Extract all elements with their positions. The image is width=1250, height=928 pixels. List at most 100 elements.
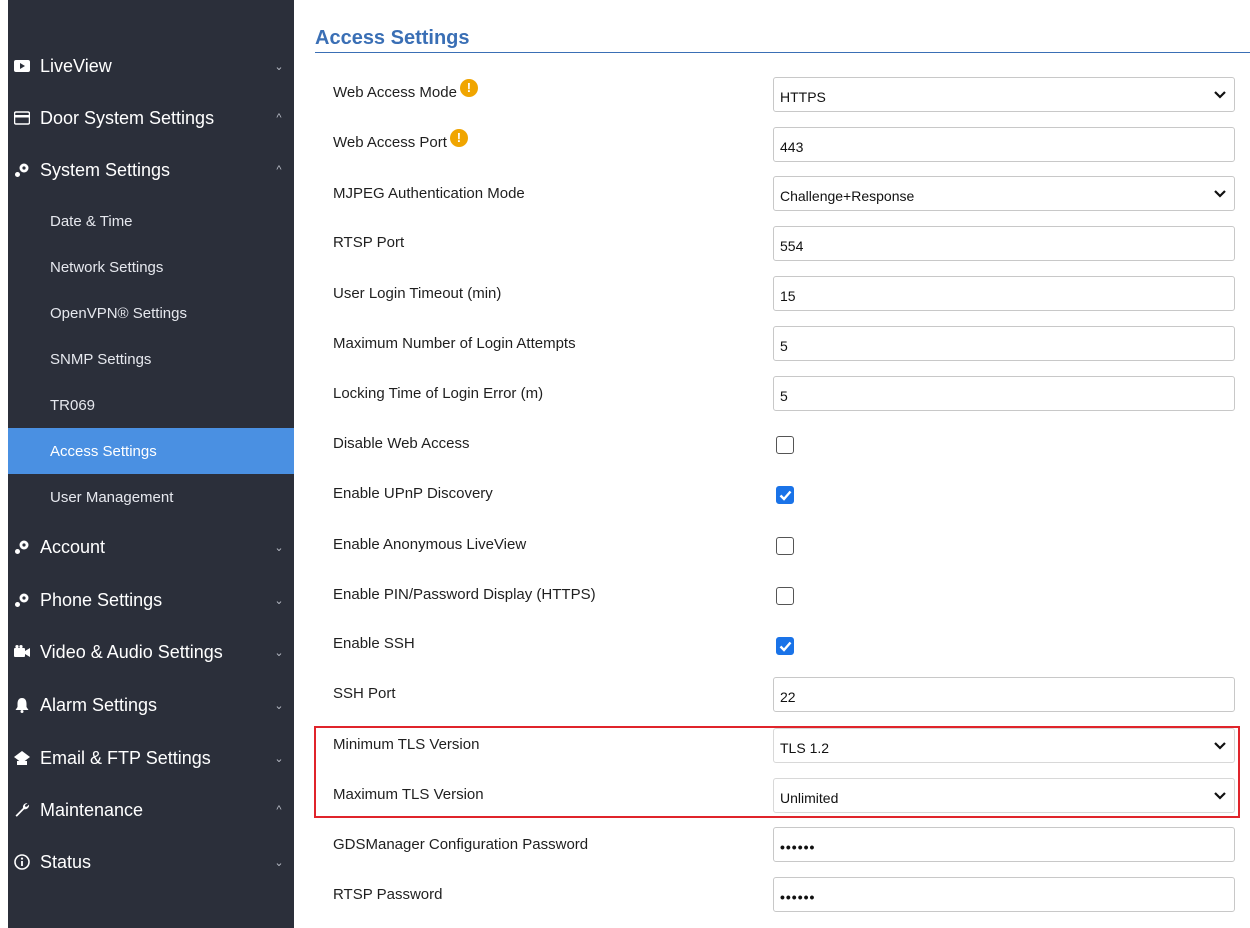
wrench-icon [10, 802, 34, 818]
email-icon [10, 751, 34, 765]
anonymous-liveview-checkbox[interactable] [776, 537, 794, 555]
nav-label: Status [40, 851, 92, 872]
sidebar-item-network-settings[interactable]: Network Settings [8, 246, 294, 288]
upnp-discovery-checkbox[interactable] [776, 486, 794, 504]
row-label-disable-web-access: Disable Web Access [333, 435, 470, 452]
chevron-down-icon [1212, 186, 1228, 202]
enable-ssh-checkbox[interactable] [776, 637, 794, 655]
settings-icon [10, 539, 34, 555]
gdsmanager-password-input[interactable]: •••••• [773, 827, 1235, 862]
settings-icon [10, 592, 34, 608]
nav-item-video-audio-settings[interactable]: Video & Audio Settings ⌄ [8, 632, 294, 672]
sidebar-item-access-settings[interactable]: Access Settings [8, 428, 294, 474]
login-timeout-input[interactable] [773, 276, 1235, 311]
row-label-mjpeg-auth-mode: MJPEG Authentication Mode [333, 185, 525, 202]
nav-label: SNMP Settings [50, 350, 152, 368]
rtsp-password-input[interactable]: •••••• [773, 877, 1235, 912]
settings-icon [10, 162, 34, 178]
disable-web-access-checkbox[interactable] [776, 436, 794, 454]
label-text: Web Access Mode [333, 84, 457, 101]
locking-time-input[interactable] [773, 376, 1235, 411]
title-divider [315, 52, 1250, 53]
select-value: Challenge+Response [780, 187, 915, 204]
nav-item-account[interactable]: Account ⌄ [8, 527, 294, 567]
password-value: •••••• [780, 888, 816, 905]
video-audio-icon [10, 645, 34, 659]
max-login-attempts-input[interactable] [773, 326, 1235, 361]
row-label-pin-password-display: Enable PIN/Password Display (HTTPS) [333, 586, 596, 603]
chevron-down-icon [1212, 738, 1228, 754]
sidebar-item-openvpn-settings[interactable]: OpenVPN® Settings [8, 292, 294, 334]
nav-label: Door System Settings [40, 107, 215, 128]
nav-label: TR069 [50, 396, 96, 414]
nav-label: Alarm Settings [40, 694, 158, 715]
bell-icon [10, 697, 34, 713]
nav-label: Date & Time [50, 212, 133, 230]
info-icon [10, 854, 34, 870]
row-label-rtsp-port: RTSP Port [333, 234, 405, 251]
chevron-down-icon [1212, 87, 1228, 103]
max-tls-select[interactable]: Unlimited [773, 778, 1235, 813]
select-value: HTTPS [780, 88, 826, 105]
row-label-max-tls: Maximum TLS Version [333, 786, 484, 803]
label-text: Web Access Port [333, 134, 447, 151]
pin-password-display-checkbox[interactable] [776, 587, 794, 605]
nav-label: Maintenance [40, 799, 144, 820]
row-label-upnp-discovery: Enable UPnP Discovery [333, 485, 493, 502]
chevron-down-icon: ⌄ [274, 646, 284, 659]
nav-label: System Settings [40, 159, 171, 180]
nav-label: Video & Audio Settings [40, 641, 223, 662]
row-label-rtsp-password: RTSP Password [333, 886, 443, 903]
min-tls-select[interactable]: TLS 1.2 [773, 728, 1235, 763]
nav-label: Network Settings [50, 258, 164, 276]
checkmark-icon [779, 490, 791, 501]
nav-label: LiveView [40, 55, 112, 76]
sidebar-item-snmp-settings[interactable]: SNMP Settings [8, 338, 294, 380]
sidebar-item-tr069[interactable]: TR069 [8, 384, 294, 426]
row-label-enable-ssh: Enable SSH [333, 635, 415, 652]
sidebar-item-user-management[interactable]: User Management [8, 476, 294, 518]
nav-label: Phone Settings [40, 589, 163, 610]
checkmark-icon [779, 641, 791, 652]
sidebar: LiveView ⌄ Door System Settings ^ System… [8, 0, 294, 928]
row-label-login-timeout: User Login Timeout (min) [333, 285, 502, 302]
password-value: •••••• [780, 838, 816, 855]
chevron-down-icon: ⌄ [274, 60, 284, 73]
chevron-down-icon: ⌄ [274, 699, 284, 712]
chevron-down-icon: ⌄ [274, 594, 284, 607]
ssh-port-input[interactable] [773, 677, 1235, 712]
warning-icon[interactable]: ! [449, 128, 468, 147]
page-title: Access Settings [315, 27, 470, 49]
row-label-max-login-attempts: Maximum Number of Login Attempts [333, 335, 576, 352]
row-label-locking-time: Locking Time of Login Error (m) [333, 385, 544, 402]
web-access-port-input[interactable] [773, 127, 1235, 162]
nav-item-liveview[interactable]: LiveView ⌄ [8, 46, 294, 86]
chevron-down-icon: ⌄ [274, 541, 284, 554]
nav-item-phone-settings[interactable]: Phone Settings ⌄ [8, 580, 294, 620]
video-icon [10, 59, 34, 73]
select-value: TLS 1.2 [780, 739, 830, 756]
chevron-down-icon [1212, 788, 1228, 804]
nav-label: User Management [50, 488, 174, 506]
warning-icon[interactable]: ! [459, 78, 478, 97]
row-label-ssh-port: SSH Port [333, 685, 396, 702]
nav-item-status[interactable]: Status ⌄ [8, 842, 294, 882]
rtsp-port-input[interactable] [773, 226, 1235, 261]
row-label-gdsmanager-password: GDSManager Configuration Password [333, 836, 589, 853]
nav-label: Email & FTP Settings [40, 747, 211, 768]
sidebar-item-date-time[interactable]: Date & Time [8, 200, 294, 242]
panel-icon [10, 111, 34, 125]
chevron-up-icon: ^ [276, 164, 282, 176]
nav-item-door-system-settings[interactable]: Door System Settings ^ [8, 98, 294, 138]
chevron-up-icon: ^ [276, 112, 282, 124]
web-access-mode-select[interactable]: HTTPS [773, 77, 1235, 112]
select-value: Unlimited [780, 789, 839, 806]
nav-item-email-ftp-settings[interactable]: Email & FTP Settings ⌄ [8, 738, 294, 778]
row-label-anonymous-liveview: Enable Anonymous LiveView [333, 536, 527, 553]
nav-item-system-settings[interactable]: System Settings ^ [8, 150, 294, 190]
nav-item-alarm-settings[interactable]: Alarm Settings ⌄ [8, 685, 294, 725]
mjpeg-auth-mode-select[interactable]: Challenge+Response [773, 176, 1235, 211]
row-label-web-access-port: Web Access Port ! [333, 128, 468, 151]
nav-item-maintenance[interactable]: Maintenance ^ [8, 790, 294, 830]
row-label-min-tls: Minimum TLS Version [333, 736, 480, 753]
